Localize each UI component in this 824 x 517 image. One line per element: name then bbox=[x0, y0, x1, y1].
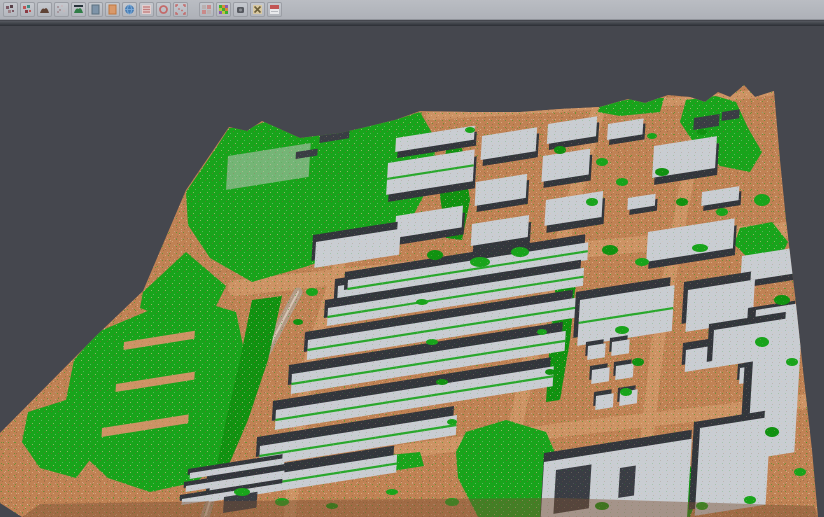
orange-tile-icon[interactable] bbox=[105, 2, 120, 17]
target-ring-icon[interactable] bbox=[156, 2, 171, 17]
toolbar-group-gap bbox=[189, 2, 198, 17]
crossed-box-icon[interactable] bbox=[250, 2, 265, 17]
checker-grid-icon[interactable] bbox=[199, 2, 214, 17]
classify-points-icon[interactable] bbox=[20, 2, 35, 17]
striped-box-icon[interactable] bbox=[139, 2, 154, 17]
3d-viewport[interactable] bbox=[0, 0, 824, 517]
sparse-dots-icon[interactable] bbox=[54, 2, 69, 17]
open-cloud-icon[interactable] bbox=[3, 2, 18, 17]
flag-box-icon[interactable] bbox=[267, 2, 282, 17]
selection-brackets-icon[interactable] bbox=[173, 2, 188, 17]
main-toolbar bbox=[0, 0, 824, 20]
column-icon[interactable] bbox=[88, 2, 103, 17]
green-hill-icon[interactable] bbox=[71, 2, 86, 17]
toolbar-separator bbox=[0, 21, 824, 26]
terrain-mound-icon[interactable] bbox=[37, 2, 52, 17]
globe-icon[interactable] bbox=[122, 2, 137, 17]
classified-cloud-icon[interactable] bbox=[216, 2, 231, 17]
application-window bbox=[0, 0, 824, 517]
camera-icon[interactable] bbox=[233, 2, 248, 17]
